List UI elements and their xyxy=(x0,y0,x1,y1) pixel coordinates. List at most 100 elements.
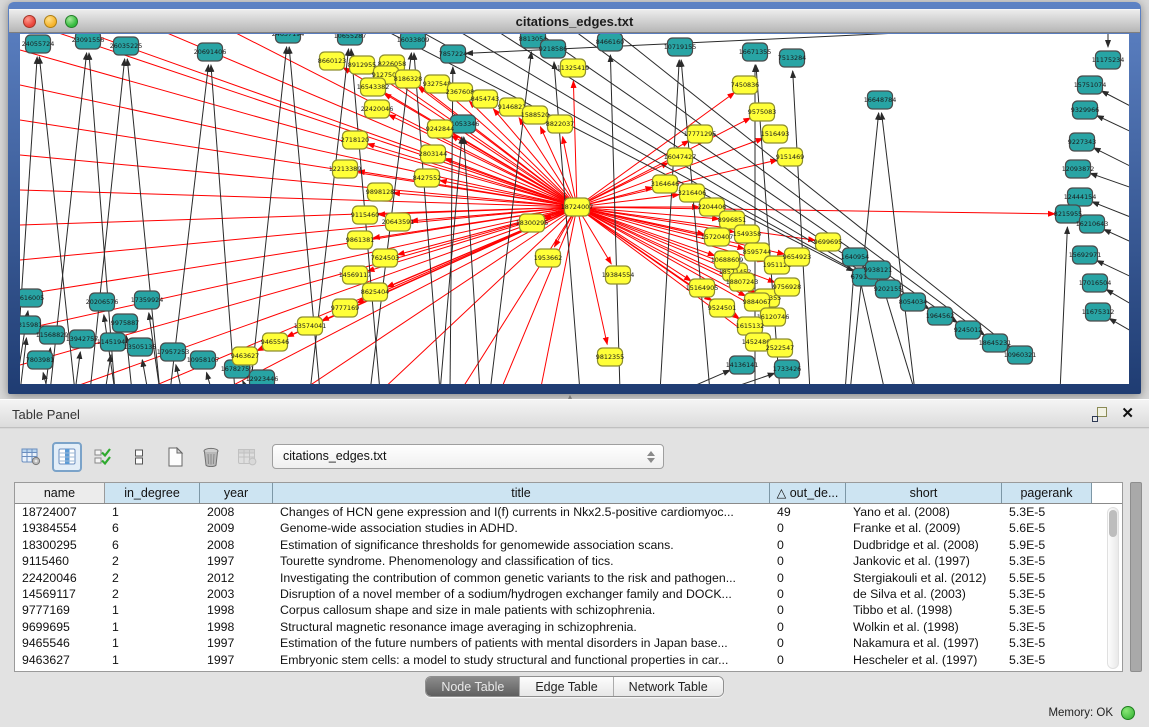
graph-node[interactable]: 20206576 xyxy=(86,293,119,311)
graph-node[interactable]: 10655287 xyxy=(334,34,367,45)
graph-node[interactable]: 8822037 xyxy=(546,115,574,133)
graph-node[interactable]: 2616005 xyxy=(20,289,44,307)
graph-node[interactable]: 1733426 xyxy=(773,360,801,378)
graph-node[interactable]: 9938121 xyxy=(864,261,892,279)
table-select-dropdown[interactable]: citations_edges.txt xyxy=(272,444,664,469)
graph-node[interactable]: 14569117 xyxy=(339,266,372,284)
graph-node[interactable]: 9329966 xyxy=(1071,101,1099,119)
graph-node[interactable]: 19384554 xyxy=(602,266,635,284)
row-height-icon[interactable] xyxy=(124,442,154,472)
graph-node[interactable]: 8186328 xyxy=(394,70,422,88)
graph-node[interactable]: 17957253 xyxy=(157,343,190,361)
graph-node[interactable]: 15720407 xyxy=(701,228,734,246)
graph-node[interactable]: 15751074 xyxy=(1074,76,1107,94)
graph-node[interactable]: 9812355 xyxy=(596,348,624,366)
graph-node[interactable]: 24637194 xyxy=(272,34,305,43)
close-window-icon[interactable] xyxy=(23,15,36,28)
graph-node[interactable]: 18807243 xyxy=(726,273,759,291)
graph-node[interactable]: 14136141 xyxy=(726,356,759,374)
graph-node[interactable]: 16047427 xyxy=(664,148,697,166)
graph-node[interactable]: 15164905 xyxy=(686,279,719,297)
graph-node[interactable]: 20643591 xyxy=(382,213,415,231)
graph-node[interactable]: 11568829 xyxy=(36,326,69,344)
column-header-out_de[interactable]: △ out_de... xyxy=(770,483,846,503)
graph-node[interactable]: 7803981 xyxy=(26,351,54,369)
graph-node[interactable]: 8660123 xyxy=(318,52,346,70)
table-row[interactable]: 946362711997Embryonic stem cells: a mode… xyxy=(15,652,1122,668)
graph-node[interactable]: 2803144 xyxy=(419,145,447,163)
graph-node[interactable]: 9245012 xyxy=(954,321,982,339)
graph-node[interactable]: 1549358 xyxy=(733,225,761,243)
graph-node[interactable]: 11175234 xyxy=(1092,51,1125,69)
graph-node[interactable]: 12444154 xyxy=(1064,188,1097,206)
graph-node[interactable]: 9524501 xyxy=(708,299,736,317)
table-row[interactable]: 911546021997Tourette syndrome. Phenomeno… xyxy=(15,553,1122,569)
show-columns-icon[interactable] xyxy=(52,442,82,472)
graph-node[interactable]: 16210643 xyxy=(1076,215,1109,233)
graph-node[interactable]: 9898128 xyxy=(366,183,394,201)
create-column-icon[interactable] xyxy=(160,442,190,472)
graph-node[interactable]: 18645231 xyxy=(979,334,1012,352)
graph-node[interactable]: 20691406 xyxy=(194,43,227,61)
graph-node[interactable]: 9575083 xyxy=(748,103,776,121)
graph-node[interactable]: 9151469 xyxy=(776,148,804,166)
graph-node[interactable]: 17016504 xyxy=(1079,274,1112,292)
graph-node[interactable]: 9465546 xyxy=(261,333,289,351)
column-header-name[interactable]: name xyxy=(15,483,105,503)
graph-node[interactable]: 9654923 xyxy=(783,248,811,266)
graph-node[interactable]: 17771295 xyxy=(684,125,717,143)
graph-node[interactable]: 15692971 xyxy=(1069,246,1102,264)
graph-node[interactable]: 10960321 xyxy=(1004,346,1037,364)
graph-node[interactable]: 12213389 xyxy=(329,160,362,178)
graph-node[interactable]: 9202155 xyxy=(874,280,902,298)
graph-node[interactable]: 3164646 xyxy=(651,175,679,193)
select-columns-icon[interactable] xyxy=(88,442,118,472)
graph-node[interactable]: 1615132 xyxy=(736,317,764,335)
graph-node[interactable]: 16671355 xyxy=(739,43,772,61)
delete-column-icon[interactable] xyxy=(196,442,226,472)
graph-node[interactable]: 1964562 xyxy=(926,307,954,325)
graph-node[interactable]: 24055724 xyxy=(22,35,55,53)
graph-node[interactable]: 7450836 xyxy=(731,76,759,94)
table-row[interactable]: 1830029562008Estimation of significance … xyxy=(15,537,1122,553)
graph-node[interactable]: 8466160 xyxy=(596,34,624,51)
table-row[interactable]: 1872400712008Changes of HCN gene express… xyxy=(15,504,1122,520)
table-row[interactable]: 977716911998Corpus callosum shape and si… xyxy=(15,602,1122,618)
graph-node[interactable]: 11325419 xyxy=(557,59,590,77)
zoom-window-icon[interactable] xyxy=(65,15,78,28)
graph-node[interactable]: 17359924 xyxy=(131,291,164,309)
column-header-short[interactable]: short xyxy=(846,483,1002,503)
graph-node[interactable]: 1640954 xyxy=(841,248,869,266)
graph-node[interactable]: 9115460 xyxy=(351,206,379,224)
graph-node[interactable]: 8427552 xyxy=(413,169,441,187)
graph-node[interactable]: 13574041 xyxy=(294,317,327,335)
table-scrollbar[interactable] xyxy=(1107,507,1119,669)
tab-edge-table[interactable]: Edge Table xyxy=(520,677,613,696)
graph-node[interactable]: 18300295 xyxy=(516,214,549,232)
graph-node[interactable]: 9242844 xyxy=(426,120,454,138)
graph-node[interactable]: 13942757 xyxy=(66,330,99,348)
tab-node-table[interactable]: Node Table xyxy=(426,677,520,696)
graph-node[interactable]: 9463627 xyxy=(231,347,259,365)
table-row[interactable]: 1456911722003Disruption of a novel membe… xyxy=(15,586,1122,602)
graph-node[interactable]: 2718120 xyxy=(341,131,369,149)
graph-node[interactable]: 12093872 xyxy=(1062,160,1095,178)
close-panel-icon[interactable]: ✕ xyxy=(1121,405,1134,423)
column-header-pagerank[interactable]: pagerank xyxy=(1002,483,1092,503)
graph-node[interactable]: 1516493 xyxy=(761,125,789,143)
graph-node[interactable]: 8054034 xyxy=(899,293,927,311)
graph-node[interactable]: 2522547 xyxy=(766,339,794,357)
graph-node[interactable]: 7513284 xyxy=(778,49,806,67)
graph-node[interactable]: 9975887 xyxy=(111,314,139,332)
table-scrollbar-thumb[interactable] xyxy=(1109,510,1117,537)
graph-node[interactable]: 23091556 xyxy=(72,34,105,49)
graph-node[interactable]: 9227343 xyxy=(1068,133,1096,151)
graph-node[interactable]: 22420046 xyxy=(361,100,394,118)
graph-node[interactable]: 7857224 xyxy=(439,45,467,63)
graph-node[interactable]: 16648784 xyxy=(864,91,897,109)
graph-node[interactable]: 9777169 xyxy=(331,299,359,317)
graph-node[interactable]: 7624503 xyxy=(371,249,399,267)
graph-node[interactable]: 9756928 xyxy=(773,278,801,296)
minimize-window-icon[interactable] xyxy=(44,15,57,28)
window-titlebar[interactable]: citations_edges.txt xyxy=(9,9,1140,33)
